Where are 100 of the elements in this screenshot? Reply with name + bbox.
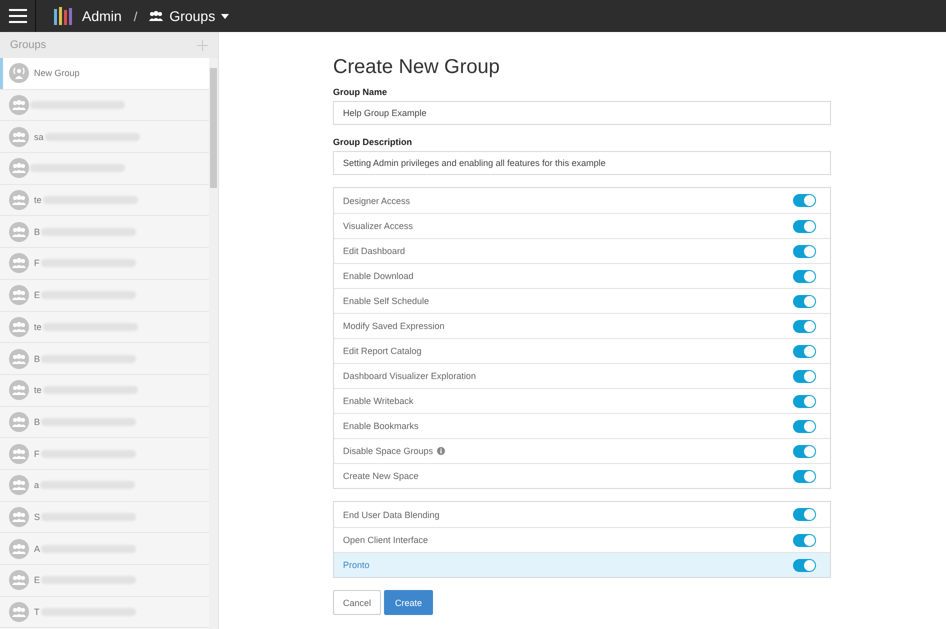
page-title: Create New Group (333, 56, 501, 79)
permission-label: Enable Download (343, 271, 414, 281)
group-name: B (34, 416, 40, 427)
toggle-switch[interactable] (793, 244, 816, 258)
cancel-button[interactable]: Cancel (333, 590, 382, 615)
people-avatar-icon (9, 316, 29, 337)
permission-row[interactable]: Modify Saved Expression (334, 313, 830, 338)
permission-row[interactable]: Edit Report Catalog (334, 338, 830, 363)
toggle-switch[interactable] (793, 534, 816, 546)
permission-row[interactable]: Pronto (334, 552, 830, 577)
toggle-switch[interactable] (793, 420, 816, 432)
group-name: T (34, 607, 40, 618)
scrollbar[interactable] (209, 58, 218, 629)
people-avatar-icon (9, 380, 29, 400)
group-name: F (34, 258, 40, 268)
plus-icon (197, 40, 208, 50)
toggle-switch[interactable] (793, 370, 816, 382)
toggle-switch[interactable] (793, 320, 816, 332)
toggle-switch[interactable] (793, 444, 816, 458)
permission-row[interactable]: Visualizer Access (334, 213, 830, 238)
permission-label: Create New Space (343, 471, 419, 481)
permission-row[interactable]: Enable Self Schedule (334, 288, 830, 313)
group-list-item[interactable]: New Group (0, 58, 209, 90)
permission-row[interactable]: Enable Writeback (334, 388, 830, 413)
create-button[interactable]: Create (384, 590, 434, 615)
group-list-item[interactable]: te (0, 184, 209, 216)
people-avatar-icon (9, 285, 29, 306)
toggle-switch[interactable] (793, 220, 816, 232)
group-list-item[interactable]: E (0, 280, 209, 312)
people-avatar-icon (9, 602, 29, 622)
permission-label: Open Client Interface (343, 535, 428, 545)
broadcast-avatar-icon (9, 63, 29, 84)
permission-row[interactable]: Enable Download (334, 263, 830, 288)
permission-label: Modify Saved Expression (343, 321, 445, 331)
permission-label: End User Data Blending (343, 510, 440, 520)
toggle-switch[interactable] (793, 470, 816, 482)
group-name-input[interactable]: Help Group Example (333, 101, 831, 125)
people-avatar-icon (9, 506, 29, 527)
toggle-switch[interactable] (793, 394, 816, 408)
people-avatar-icon (9, 538, 29, 559)
group-name: B (34, 226, 40, 237)
group-name: E (34, 290, 40, 300)
permission-label: Enable Writeback (343, 396, 414, 406)
permission-label: Edit Dashboard (343, 246, 406, 256)
permission-label: Enable Self Schedule (343, 296, 430, 306)
toggle-switch[interactable] (793, 194, 816, 207)
group-name: te (34, 195, 42, 206)
people-avatar-icon (9, 190, 29, 210)
toggle-switch[interactable] (793, 508, 816, 521)
app-title[interactable]: Admin (82, 8, 122, 24)
permission-label: Visualizer Access (343, 221, 413, 231)
people-avatar-icon (9, 570, 29, 590)
permission-row[interactable]: End User Data Blending (334, 502, 830, 527)
group-list-item[interactable]: A (0, 533, 209, 565)
group-list-item[interactable]: E (0, 565, 209, 597)
people-avatar-icon (9, 475, 29, 496)
toggle-switch[interactable] (793, 344, 816, 358)
group-name: S (34, 512, 40, 522)
people-avatar-icon (9, 158, 29, 178)
group-list-item[interactable]: B (0, 216, 209, 248)
permission-row[interactable]: Edit Dashboard (334, 238, 830, 263)
permission-row[interactable]: Create New Space (334, 463, 830, 488)
people-avatar-icon (9, 126, 29, 147)
group-list-item[interactable]: a (0, 470, 209, 502)
toggle-switch[interactable] (793, 294, 816, 308)
group-name: New Group (34, 68, 80, 78)
permission-label: Enable Bookmarks (343, 421, 419, 431)
group-name: te (34, 385, 42, 396)
info-icon[interactable] (437, 447, 446, 455)
permission-label: Pronto (343, 560, 370, 570)
permission-label: Dashboard Visualizer Exploration (343, 371, 476, 381)
toggle-switch[interactable] (793, 558, 816, 572)
group-name: sa (34, 132, 44, 142)
group-list-item[interactable]: F (0, 248, 209, 280)
group-list-item[interactable]: T (0, 596, 209, 628)
people-icon (149, 11, 164, 21)
group-name: B (34, 354, 40, 364)
permission-row[interactable]: Enable Bookmarks (334, 413, 830, 438)
group-list-item[interactable]: te (0, 374, 209, 407)
group-list-item[interactable]: B (0, 406, 209, 438)
people-avatar-icon (9, 95, 29, 116)
groups-dropdown[interactable]: Groups (149, 8, 230, 24)
group-list-item[interactable]: F (0, 438, 209, 470)
people-avatar-icon (9, 444, 29, 464)
group-list-item[interactable]: te (0, 312, 209, 344)
group-name: E (34, 575, 40, 586)
group-list-item[interactable]: S (0, 502, 209, 534)
group-list-item[interactable]: B (0, 343, 209, 375)
caret-icon (221, 14, 230, 18)
permission-row[interactable]: Designer Access (334, 188, 830, 213)
group-list-item[interactable]: sa (0, 121, 209, 154)
permission-label: Edit Report Catalog (343, 346, 422, 356)
permission-row[interactable]: Disable Space Groups (334, 438, 830, 463)
group-name: F (34, 448, 40, 459)
people-avatar-icon (9, 348, 29, 369)
field-label: Group Description (333, 137, 414, 147)
group-description-input[interactable]: Setting Admin privileges and enabling all features for this example (333, 151, 831, 175)
toggle-switch[interactable] (793, 270, 816, 282)
field-label: Group Name (333, 87, 388, 97)
permission-row[interactable]: Dashboard Visualizer Exploration (334, 363, 830, 388)
